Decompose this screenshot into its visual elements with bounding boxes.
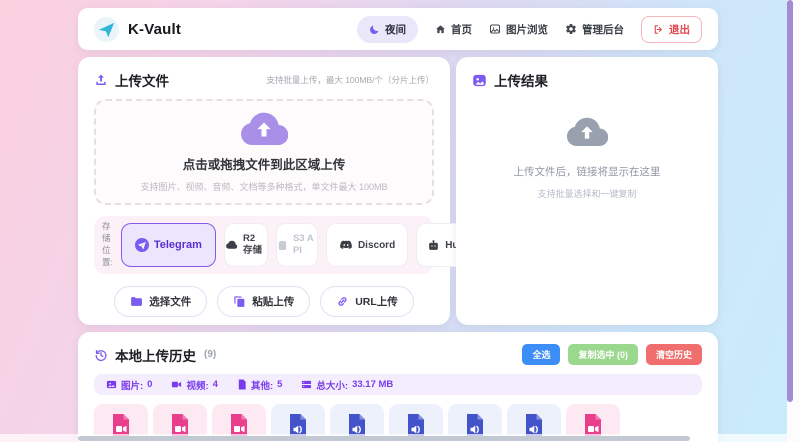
home-icon [435,24,446,35]
url-upload-label: URL上传 [355,296,398,308]
url-upload-button[interactable]: URL上传 [320,286,414,317]
image-stat-icon [106,379,117,390]
page: K-Vault 夜间 首页 图片浏览 管理后台 退出 上传文件 支持批量上传，最… [0,0,800,442]
upload-card: 上传文件 支持批量上传，最大 100MB/个（分片上传） 点击或拖拽文件到此区域… [78,57,520,325]
results-card: 上传结果 上传文件后，链接将显示在这里 支持批量选择和一键复制 [456,57,718,325]
dropzone-title: 点击或拖拽文件到此区域上传 [182,157,346,172]
history-buttons: 全选 复制选中 (0) 清空历史 [522,344,702,365]
storage-r2-label: R2 存储 [242,233,262,256]
nav-night-mode[interactable]: 夜间 [357,15,418,43]
robot-icon [427,239,440,252]
upload-icon [94,73,108,87]
storage-option-telegram[interactable]: Telegram [120,223,216,267]
stat-others: 其他: 5 [237,378,282,392]
stat-videos: 视频: 4 [171,378,218,392]
paste-upload-label: 粘贴上传 [252,296,295,308]
stat-total-size-label: 总大小: [316,380,349,392]
moon-icon [369,24,380,35]
main-nav: 夜间 首页 图片浏览 管理后台 退出 [357,15,702,43]
app-title: K-Vault [128,20,182,38]
stat-others-value: 5 [277,379,283,390]
upload-card-header: 上传文件 支持批量上传，最大 100MB/个（分片上传） [94,70,434,90]
file-dropzone[interactable]: 点击或拖拽文件到此区域上传 支持图片、视频、音频、文档等多种格式，单文件最大 1… [94,99,434,205]
results-card-title: 上传结果 [494,74,548,89]
telegram-icon [134,238,149,252]
copy-selected-button[interactable]: 复制选中 (0) [568,344,638,365]
select-all-button[interactable]: 全选 [522,344,561,365]
clipboard-icon [233,295,246,308]
folder-icon [130,295,143,308]
logout-button[interactable]: 退出 [641,15,702,43]
logout-icon [653,24,664,35]
stat-images: 图片: 0 [106,378,152,392]
stat-videos-label: 视频: [186,380,209,392]
storage-label: 存储位置: [102,221,113,267]
history-icon [94,348,108,362]
stat-images-value: 0 [147,379,153,390]
dropzone-subtitle: 支持图片、视频、音频、文档等多种格式，单文件最大 100MB [140,181,388,192]
nav-gallery-label: 图片浏览 [506,23,548,36]
cloud-upload-icon [240,112,288,146]
stat-videos-value: 4 [212,379,218,390]
app-logo-icon [94,16,119,42]
nav-home[interactable]: 首页 [435,22,472,37]
stat-others-label: 其他: [250,380,274,392]
logout-label: 退出 [669,23,690,36]
header-bar: K-Vault 夜间 首页 图片浏览 管理后台 退出 [78,8,718,50]
link-icon [336,295,349,308]
storage-location-row: 存储位置: Telegram R2 存储 S3 API Discord [94,216,520,274]
gear-icon [565,23,577,35]
paste-upload-button[interactable]: 粘贴上传 [217,286,311,317]
upload-actions: 选择文件 粘贴上传 URL上传 [94,286,434,317]
results-empty-state: 上传文件后，链接将显示在这里 支持批量选择和一键复制 [472,117,702,200]
storage-option-discord[interactable]: Discord [325,223,409,267]
video-stat-icon [171,379,182,390]
database-icon [277,240,288,251]
results-image-icon [472,73,487,88]
stat-total-size: 总大小: 33.17 MB [301,378,393,392]
choose-file-button[interactable]: 选择文件 [114,286,208,317]
nav-gallery[interactable]: 图片浏览 [489,22,548,37]
upload-card-title: 上传文件 [115,74,169,89]
storage-option-r2[interactable]: R2 存储 [223,223,268,267]
cloud-icon [225,239,238,252]
nav-admin-label: 管理后台 [582,23,624,36]
history-count: (9) [204,349,217,360]
discord-icon [339,238,353,252]
storage-option-s3[interactable]: S3 API [275,223,318,267]
nav-home-label: 首页 [451,23,472,36]
storage-telegram-label: Telegram [153,239,202,251]
nav-night-label: 夜间 [385,23,406,36]
vertical-scrollbar-track[interactable] [787,0,800,442]
stat-images-label: 图片: [121,380,144,392]
results-card-header: 上传结果 [472,70,702,90]
stat-total-size-value: 33.17 MB [352,379,394,390]
storage-stat-icon [301,379,312,390]
history-card: 本地上传历史 (9) 全选 复制选中 (0) 清空历史 图片: 0 视频: 4 … [78,332,718,442]
upload-hint: 支持批量上传，最大 100MB/个（分片上传） [266,75,434,85]
file-stat-icon [237,379,247,390]
vertical-scrollbar-thumb[interactable] [787,0,793,402]
storage-discord-label: Discord [357,239,396,251]
cloud-upload-gray-icon [566,117,608,147]
history-stats-bar: 图片: 0 视频: 4 其他: 5 总大小: 33.17 MB [94,374,702,395]
horizontal-scrollbar-thumb[interactable] [78,435,690,441]
horizontal-scrollbar-track[interactable] [0,434,787,442]
history-header: 本地上传历史 (9) 全选 复制选中 (0) 清空历史 [94,344,702,365]
choose-file-label: 选择文件 [149,296,192,308]
clear-history-button[interactable]: 清空历史 [645,344,702,365]
storage-s3-label: S3 API [292,233,314,256]
results-empty-subtitle: 支持批量选择和一键复制 [537,189,637,199]
nav-admin[interactable]: 管理后台 [565,22,624,37]
history-title: 本地上传历史 [115,348,196,364]
gallery-icon [489,23,501,35]
results-empty-title: 上传文件后，链接将显示在这里 [513,166,661,178]
